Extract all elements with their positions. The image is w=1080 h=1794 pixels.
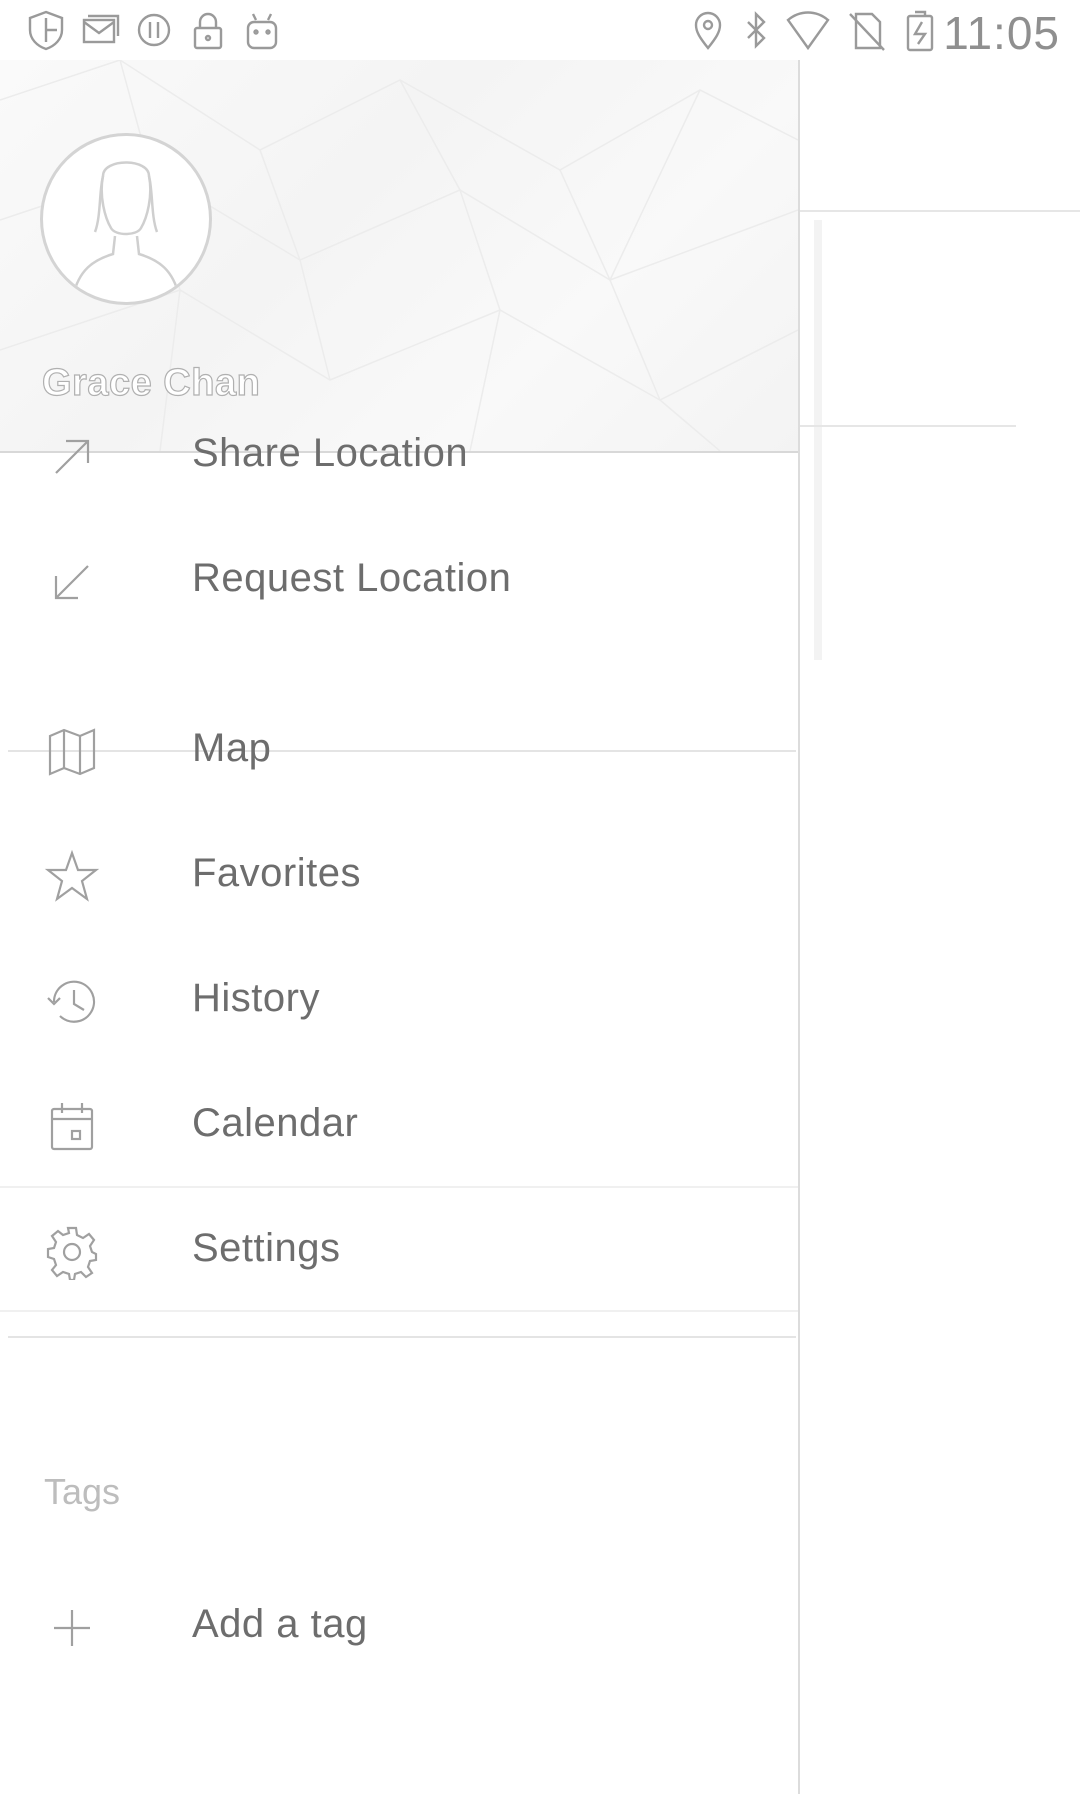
bluetooth-icon [734, 8, 778, 52]
menu-item-history[interactable]: History [0, 938, 798, 1064]
history-icon [44, 974, 100, 1030]
plus-icon [44, 1600, 100, 1656]
menu-item-map[interactable]: Map [0, 688, 798, 814]
message-icon [78, 8, 122, 52]
add-tag-button[interactable]: Add a tag [0, 1564, 798, 1690]
menu-label: Add a tag [192, 1602, 368, 1646]
menu-item-share-location[interactable]: Share Location [0, 393, 798, 519]
menu-label: Request Location [192, 556, 512, 600]
wifi-icon [786, 8, 830, 52]
background-divider [800, 425, 1016, 427]
tags-section-title: Tags [44, 1471, 121, 1512]
divider [8, 1336, 796, 1338]
gear-icon [44, 1224, 100, 1282]
status-clock: 11:05 [943, 7, 1060, 59]
arrow-down-left-icon [44, 554, 100, 610]
menu-label: Settings [192, 1226, 341, 1270]
menu-item-calendar[interactable]: Calendar [0, 1063, 798, 1189]
sync-icon [132, 8, 176, 52]
lock-icon [186, 8, 230, 52]
background-app [800, 60, 1080, 1794]
android-icon [240, 8, 284, 52]
map-icon [44, 724, 100, 780]
no-sim-icon [844, 8, 888, 52]
location-pin-icon [686, 8, 730, 52]
avatar[interactable] [40, 133, 212, 305]
menu-label: Favorites [192, 851, 361, 895]
menu-label: Map [192, 726, 272, 770]
star-icon [44, 849, 100, 905]
shield-icon [24, 8, 68, 52]
calendar-icon [44, 1099, 100, 1155]
menu-item-favorites[interactable]: Favorites [0, 813, 798, 939]
navigation-drawer: Grace Chan Share Location Request Locati… [0, 60, 800, 1794]
battery-charging-icon [898, 8, 942, 52]
menu-label: History [192, 976, 320, 1020]
status-bar: 11:05 [0, 0, 1080, 60]
menu-label: Calendar [192, 1101, 359, 1145]
arrow-up-right-icon [44, 429, 100, 485]
background-scroll-strip [814, 220, 822, 660]
menu-item-request-location[interactable]: Request Location [0, 518, 798, 644]
menu-item-settings[interactable]: Settings [0, 1186, 798, 1312]
background-toolbar [800, 60, 1080, 212]
menu-label: Share Location [192, 431, 469, 475]
person-silhouette-icon [71, 161, 181, 297]
